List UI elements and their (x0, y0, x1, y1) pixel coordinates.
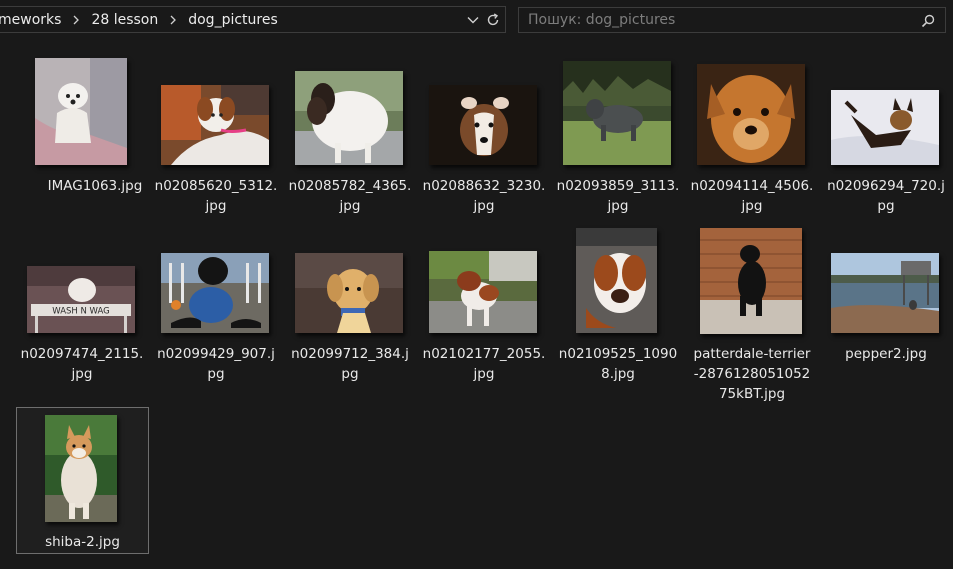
file-item[interactable]: n02094114_4506. jpg (686, 46, 818, 224)
file-thumbnail (831, 253, 939, 333)
file-item[interactable]: n02099429_907.j pg (150, 228, 282, 398)
file-item-selected[interactable]: shiba-2.jpg (16, 407, 149, 554)
file-item[interactable]: pepper2.jpg (820, 228, 952, 398)
chevron-right-icon[interactable] (162, 7, 184, 32)
file-item[interactable]: n02109525_1090 8.jpg (552, 228, 684, 398)
svg-text:WASH N WAG: WASH N WAG (52, 307, 110, 317)
breadcrumb: meworks 28 lesson dog_pictures (0, 7, 282, 32)
file-item[interactable]: n02102177_2055. jpg (418, 228, 550, 398)
address-bar[interactable]: meworks 28 lesson dog_pictures (0, 6, 506, 33)
search-input[interactable]: Пошук: dog_pictures (528, 12, 675, 28)
file-name: n02094114_4506. jpg (690, 178, 814, 214)
file-name: n02096294_720.j pg (827, 178, 945, 214)
breadcrumb-item-dog-pictures[interactable]: dog_pictures (184, 12, 282, 28)
file-name: n02093859_3113. jpg (556, 178, 680, 214)
file-item[interactable]: n02088632_3230. jpg (418, 46, 550, 224)
file-item[interactable]: n02093859_3113. jpg (552, 46, 684, 224)
refresh-icon[interactable] (483, 7, 503, 32)
breadcrumb-item-28-lesson[interactable]: 28 lesson (87, 12, 162, 28)
file-name: shiba-2.jpg (45, 534, 120, 550)
file-thumbnail (429, 85, 537, 165)
file-thumbnail (35, 58, 127, 165)
file-item[interactable]: n02099712_384.j pg (284, 228, 416, 398)
file-name: n02085782_4365. jpg (288, 178, 412, 214)
file-item[interactable]: n02096294_720.j pg (820, 46, 952, 224)
file-thumbnail (45, 415, 117, 522)
top-bar: meworks 28 lesson dog_pictures Пошук: do… (0, 0, 953, 40)
chevron-down-icon[interactable] (463, 7, 483, 32)
file-thumbnail (831, 90, 939, 165)
file-thumbnail (429, 251, 537, 333)
file-name: n02088632_3230. jpg (422, 178, 546, 214)
file-item[interactable]: IMAG1063.jpg (29, 46, 161, 224)
file-thumbnail: WASH N WAG (27, 266, 135, 333)
file-name: n02102177_2055. jpg (422, 346, 546, 382)
file-thumbnail (161, 85, 269, 165)
file-thumbnail (700, 228, 802, 334)
file-name: IMAG1063.jpg (47, 178, 143, 194)
file-name: n02099429_907.j pg (157, 346, 275, 382)
file-item[interactable]: patterdale-terrier -2876128051052 75kBT.jp… (686, 228, 818, 402)
file-name: pepper2.jpg (845, 346, 927, 362)
search-icon[interactable] (921, 13, 935, 32)
file-item[interactable]: n02085782_4365. jpg (284, 46, 416, 224)
file-item[interactable]: WASH N WAG n02097474_2115. jpg (16, 228, 148, 398)
file-thumbnail (161, 253, 269, 333)
file-name: n02097474_2115. jpg (20, 346, 144, 382)
file-thumbnail (295, 253, 403, 333)
file-name: n02085620_5312. jpg (154, 178, 278, 214)
chevron-right-icon[interactable] (65, 7, 87, 32)
file-item[interactable]: n02085620_5312. jpg (150, 46, 282, 224)
file-name: n02099712_384.j pg (291, 346, 409, 382)
breadcrumb-item-frameworks[interactable]: meworks (0, 12, 65, 28)
file-name: n02109525_1090 8.jpg (558, 346, 678, 382)
file-name: patterdale-terrier -2876128051052 75kBT.jp… (693, 346, 811, 402)
file-thumbnail (697, 64, 805, 165)
file-thumbnail (576, 228, 657, 333)
file-thumbnail (295, 71, 403, 165)
search-box[interactable]: Пошук: dog_pictures (518, 7, 946, 33)
file-thumbnail (563, 61, 671, 165)
